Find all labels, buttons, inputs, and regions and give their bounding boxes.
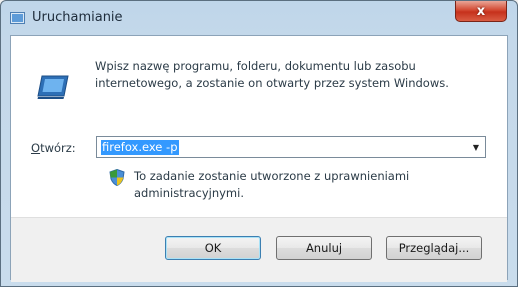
dialog-client-area: Wpisz nazwę programu, folderu, dokumentu… — [10, 35, 508, 282]
close-icon: x — [476, 3, 486, 19]
ok-button[interactable]: OK — [165, 236, 261, 260]
run-icon — [10, 12, 25, 24]
dialog-description: Wpisz nazwę programu, folderu, dokumentu… — [95, 59, 449, 90]
shield-icon — [109, 169, 125, 186]
cancel-button[interactable]: Anuluj — [276, 236, 372, 260]
open-label: Otwórz: — [31, 141, 76, 155]
open-input[interactable]: firefox.exe -p — [101, 140, 179, 155]
window-title: Uruchamianie — [32, 10, 123, 25]
run-icon — [37, 75, 69, 99]
open-label-text: twórz: — [40, 141, 76, 155]
run-dialog-window: Uruchamianie x Wpisz nazwę programu, fol… — [0, 0, 518, 287]
admin-note: To zadanie zostanie utworzone z uprawnie… — [134, 169, 410, 200]
open-label-accelerator: O — [31, 141, 41, 155]
chevron-down-icon[interactable]: ▼ — [467, 137, 485, 157]
browse-button[interactable]: Przeglądaj... — [386, 236, 482, 260]
close-button[interactable]: x — [455, 1, 507, 22]
title-bar[interactable]: Uruchamianie x — [1, 1, 517, 33]
open-combobox[interactable]: firefox.exe -p ▼ — [96, 136, 486, 158]
